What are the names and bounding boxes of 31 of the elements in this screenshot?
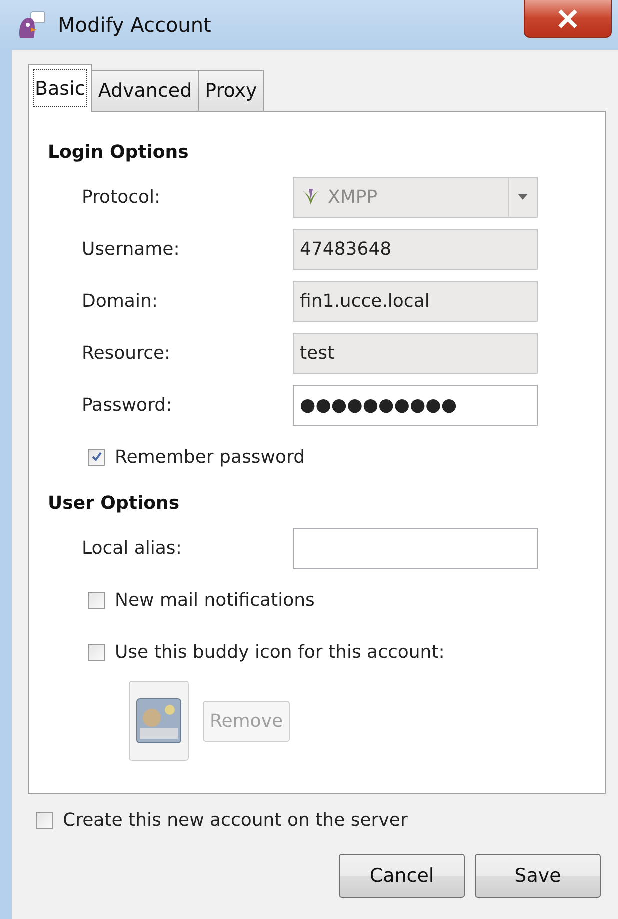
field-label: Username:: [82, 238, 181, 260]
checkbox-label: Use this buddy icon for this account:: [115, 642, 445, 662]
buddy-icon-well[interactable]: [129, 681, 189, 761]
checkbox[interactable]: [88, 448, 105, 466]
dialog-button[interactable]: Cancel: [339, 854, 465, 898]
input-field[interactable]: [293, 528, 538, 568]
field-label: Password:: [82, 394, 174, 416]
dialog-button[interactable]: Save: [475, 854, 601, 898]
section-title: Login Options: [48, 142, 189, 163]
checkbox-label: Remember password: [115, 446, 305, 468]
section-title: User Options: [48, 493, 180, 514]
field-label: Protocol:: [82, 186, 162, 208]
field-label: Local alias:: [82, 538, 183, 558]
close-button[interactable]: [524, 0, 612, 38]
window-title: Modify Account: [58, 13, 212, 37]
checkmark-icon: [90, 451, 102, 463]
checkbox[interactable]: [36, 812, 53, 828]
checkbox-label: New mail notifications: [115, 590, 315, 610]
tab[interactable]: Proxy: [198, 70, 264, 112]
field-label: Resource:: [82, 342, 172, 364]
checkbox-label: Create this new account on the server: [63, 810, 408, 830]
checkbox[interactable]: [88, 592, 105, 608]
checkbox[interactable]: [88, 644, 105, 660]
close-icon: [557, 8, 579, 28]
tab[interactable]: Advanced: [91, 70, 200, 112]
caret-icon: [518, 194, 528, 200]
field-label: Domain:: [82, 290, 159, 312]
leaf-icon: [300, 188, 322, 206]
person-image-icon: [136, 698, 182, 744]
tab[interactable]: Basic: [28, 64, 92, 112]
input-field[interactable]: ●●●●●●●●●●: [293, 384, 538, 426]
